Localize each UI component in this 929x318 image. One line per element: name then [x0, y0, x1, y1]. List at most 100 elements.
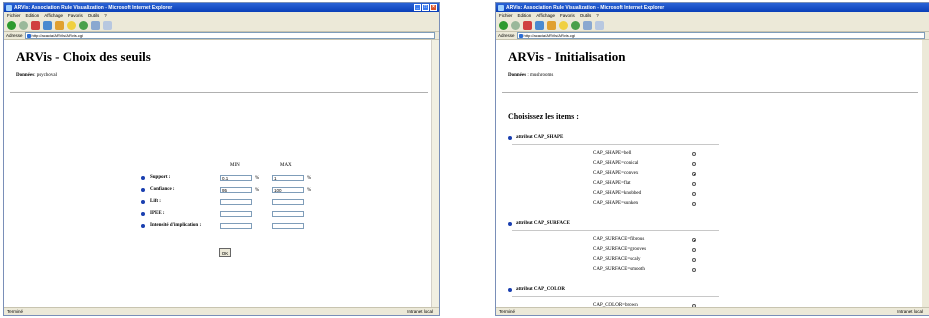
item-radio[interactable]: [692, 202, 696, 206]
page-title: ARVis - Choix des seuils: [16, 49, 151, 64]
item-radio[interactable]: [692, 172, 696, 176]
item-label: CAP_SURFACE=fibrous: [593, 237, 645, 242]
print-icon[interactable]: [595, 20, 604, 30]
address-bar: Adresse http://acacia/ARVis/ARvis.cgi: [496, 32, 929, 40]
menu-edition[interactable]: Edition: [26, 13, 40, 18]
support-max-input[interactable]: 1: [272, 175, 304, 181]
item-label: CAP_SHAPE=knobbed: [593, 191, 642, 196]
bullet-icon: [141, 188, 145, 192]
implication-max-input[interactable]: [272, 223, 304, 229]
ipee-max-input[interactable]: [272, 211, 304, 217]
forward-icon[interactable]: [19, 20, 28, 30]
back-icon[interactable]: [7, 20, 16, 30]
menu-outils[interactable]: Outils: [580, 13, 592, 18]
attribute-label: attribut CAP_SURFACE: [516, 221, 570, 226]
col-min-header: MIN: [230, 163, 240, 168]
bullet-icon: [141, 212, 145, 216]
item-radio[interactable]: [692, 162, 696, 166]
ie-icon: [498, 4, 504, 11]
history-icon[interactable]: [79, 20, 88, 30]
zone-text: Intranet local: [897, 309, 923, 314]
ok-button[interactable]: OK: [219, 248, 231, 257]
page-title: ARVis - Initialisation: [508, 49, 626, 64]
refresh-icon[interactable]: [43, 20, 52, 30]
zone-text: Intranet local: [407, 309, 433, 314]
address-bar: Adresse http://acacia/ARVis/ARvis.cgi: [4, 32, 439, 40]
favorites-icon[interactable]: [559, 20, 568, 30]
title-bar: ARVis: Association Rule Visualization - …: [4, 3, 439, 12]
close-button[interactable]: ×: [430, 4, 437, 11]
history-icon[interactable]: [571, 20, 580, 30]
forward-icon[interactable]: [511, 20, 520, 30]
ipee-min-input[interactable]: [220, 211, 252, 217]
col-max-header: MAX: [280, 163, 292, 168]
mail-icon[interactable]: [583, 20, 592, 30]
support-label: Support :: [150, 175, 171, 180]
back-icon[interactable]: [499, 20, 508, 30]
menu-edition[interactable]: Edition: [518, 13, 532, 18]
menu-fichier[interactable]: Fichier: [7, 13, 21, 18]
item-radio[interactable]: [692, 248, 696, 252]
data-label: Données: [16, 73, 35, 78]
status-bar: Terminé Intranet local: [4, 307, 439, 315]
bullet-icon: [508, 136, 512, 140]
status-bar: Terminé Intranet local: [496, 307, 929, 315]
item-radio[interactable]: [692, 258, 696, 262]
refresh-icon[interactable]: [535, 20, 544, 30]
menu-help[interactable]: ?: [596, 13, 599, 18]
data-line: Données : mushrooms: [508, 73, 554, 78]
maximize-button[interactable]: □: [422, 4, 429, 11]
status-text: Terminé: [7, 309, 24, 314]
address-input[interactable]: http://acacia/ARVis/ARvis.cgi: [516, 32, 925, 39]
page-content: ARVis - Choix des seuils Données: psycho…: [4, 40, 432, 308]
data-value: mushrooms: [529, 73, 554, 78]
stop-icon[interactable]: [523, 20, 532, 30]
confidence-max-input[interactable]: 100: [272, 187, 304, 193]
minimize-button[interactable]: _: [414, 4, 421, 11]
bullet-icon: [508, 288, 512, 292]
menu-affichage[interactable]: Affichage: [536, 13, 555, 18]
implication-label: Intensité d'implication :: [150, 223, 202, 228]
browser-window-init: ARVis: Association Rule Visualization - …: [495, 2, 929, 316]
home-icon[interactable]: [547, 20, 556, 30]
item-radio[interactable]: [692, 238, 696, 242]
lift-max-input[interactable]: [272, 199, 304, 205]
vertical-scrollbar[interactable]: [431, 40, 439, 308]
data-label: Données: [508, 73, 527, 78]
ie-icon: [6, 4, 12, 11]
confidence-min-input[interactable]: 95: [220, 187, 252, 193]
address-input[interactable]: http://acacia/ARVis/ARvis.cgi: [24, 32, 435, 39]
bullet-icon: [141, 176, 145, 180]
item-radio[interactable]: [692, 182, 696, 186]
attribute-divider: [512, 230, 719, 231]
choose-items-heading: Choisissez les items :: [508, 112, 579, 121]
lift-min-input[interactable]: [220, 199, 252, 205]
confidence-label: Confiance :: [150, 187, 175, 192]
print-icon[interactable]: [103, 20, 112, 30]
confidence-min-unit: %: [255, 188, 260, 193]
item-radio[interactable]: [692, 152, 696, 156]
implication-min-input[interactable]: [220, 223, 252, 229]
toolbar: [4, 19, 439, 32]
item-radio[interactable]: [692, 192, 696, 196]
support-max-unit: %: [307, 176, 312, 181]
data-value: psychoval: [36, 73, 57, 78]
browser-window-thresholds: ARVis: Association Rule Visualization - …: [3, 2, 440, 316]
title-bar: ARVis: Association Rule Visualization - …: [496, 3, 929, 12]
menu-favoris[interactable]: Favoris: [68, 13, 83, 18]
menu-favoris[interactable]: Favoris: [560, 13, 575, 18]
support-min-unit: %: [255, 176, 260, 181]
mail-icon[interactable]: [91, 20, 100, 30]
support-min-input[interactable]: 0.1: [220, 175, 252, 181]
home-icon[interactable]: [55, 20, 64, 30]
menu-affichage[interactable]: Affichage: [44, 13, 63, 18]
bullet-icon: [141, 200, 145, 204]
favorites-icon[interactable]: [67, 20, 76, 30]
menu-fichier[interactable]: Fichier: [499, 13, 513, 18]
menu-outils[interactable]: Outils: [88, 13, 100, 18]
item-radio[interactable]: [692, 268, 696, 272]
attribute-label: attribut CAP_COLOR: [516, 287, 566, 292]
menu-bar: Fichier Edition Affichage Favoris Outils…: [496, 12, 929, 19]
menu-help[interactable]: ?: [104, 13, 107, 18]
stop-icon[interactable]: [31, 20, 40, 30]
